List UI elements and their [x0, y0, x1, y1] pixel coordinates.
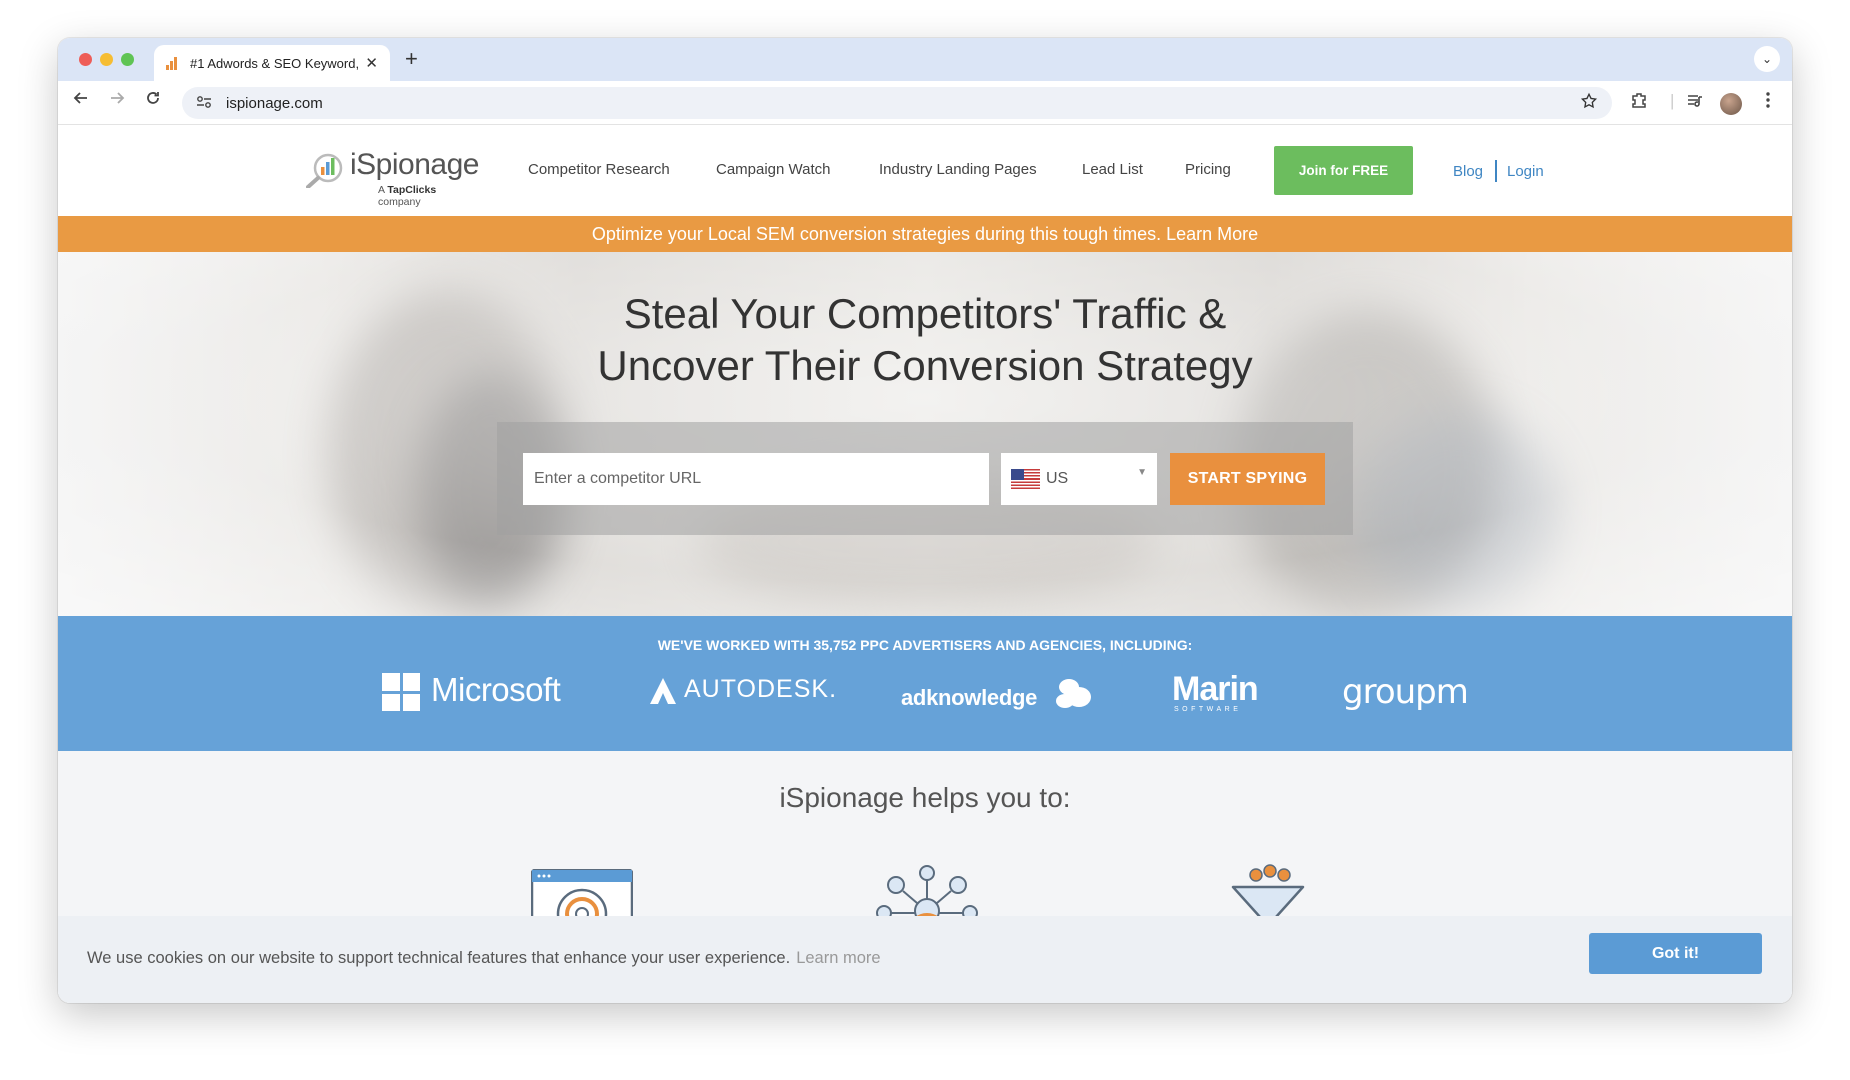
adknowledge-logo: adknowledge	[901, 675, 1091, 715]
us-flag-icon	[1011, 469, 1040, 489]
clients-section: WE'VE WORKED WITH 35,752 PPC ADVERTISERS…	[58, 616, 1792, 751]
tab-close-icon[interactable]: ✕	[365, 54, 378, 72]
adknowledge-cloud-icon	[1056, 679, 1091, 708]
clients-headline: WE'VE WORKED WITH 35,752 PPC ADVERTISERS…	[657, 637, 1193, 653]
new-tab-icon[interactable]: +	[405, 46, 418, 72]
menu-icon[interactable]	[1765, 91, 1771, 114]
maximize-window-button[interactable]	[121, 53, 134, 66]
magnifier-chart-icon	[306, 153, 343, 188]
nav-industry-landing-pages[interactable]: Industry Landing Pages	[879, 161, 1037, 178]
toolbar-divider: |	[1670, 91, 1675, 110]
microsoft-logo: Microsoft	[382, 671, 572, 715]
url-text: ispionage.com	[226, 94, 323, 112]
competitor-url-input[interactable]	[523, 453, 989, 505]
reload-icon[interactable]	[144, 89, 162, 112]
nav-campaign-watch[interactable]: Campaign Watch	[716, 161, 831, 178]
logo-text: iSpionage	[350, 148, 479, 181]
tab-search-icon[interactable]: ⌄	[1754, 46, 1780, 72]
bookmark-star-icon[interactable]	[1580, 92, 1598, 115]
autodesk-icon	[650, 678, 676, 704]
browser-toolbar: ispionage.com |	[58, 81, 1792, 125]
minimize-window-button[interactable]	[100, 53, 113, 66]
cookie-learn-more-link[interactable]: Learn more	[796, 949, 880, 967]
logo-subtitle: A TapClicks company	[378, 184, 437, 208]
browser-tab[interactable]: #1 Adwords & SEO Keyword, ✕	[154, 45, 390, 81]
windows-icon	[382, 673, 420, 711]
tab-strip: #1 Adwords & SEO Keyword, ✕ + ⌄	[58, 38, 1792, 81]
tab-title: #1 Adwords & SEO Keyword,	[190, 55, 360, 71]
ispionage-logo[interactable]: iSpionage A TapClicks company	[306, 148, 479, 208]
cookie-banner: We use cookies on our website to support…	[58, 916, 1792, 1003]
header-divider	[1495, 160, 1497, 182]
blog-link[interactable]: Blog	[1453, 163, 1483, 180]
site-header: iSpionage A TapClicks company Competitor…	[58, 126, 1792, 216]
nav-pricing[interactable]: Pricing	[1185, 161, 1231, 178]
web-page: iSpionage A TapClicks company Competitor…	[58, 126, 1792, 1003]
hero-title: Steal Your Competitors' Traffic & Uncove…	[597, 290, 1253, 389]
search-panel: US ▼ START SPYING	[497, 422, 1353, 535]
nav-competitor-research[interactable]: Competitor Research	[528, 161, 670, 178]
back-icon[interactable]	[72, 89, 90, 112]
promo-banner[interactable]: Optimize your Local SEM conversion strat…	[58, 216, 1792, 252]
start-spying-button[interactable]: START SPYING	[1170, 453, 1325, 505]
profile-avatar[interactable]	[1720, 93, 1742, 115]
country-select[interactable]: US ▼	[1001, 453, 1157, 505]
helps-title: iSpionage helps you to:	[779, 782, 1071, 813]
site-info-icon[interactable]	[196, 95, 212, 112]
country-label: US	[1046, 470, 1069, 487]
browser-window: #1 Adwords & SEO Keyword, ✕ + ⌄ ispionag…	[58, 38, 1792, 1003]
media-icon[interactable]	[1686, 91, 1704, 114]
got-it-button[interactable]: Got it!	[1589, 933, 1762, 974]
forward-icon[interactable]	[108, 89, 126, 112]
close-window-button[interactable]	[79, 53, 92, 66]
nav-lead-list[interactable]: Lead List	[1082, 161, 1143, 178]
favicon-icon	[166, 56, 180, 70]
address-bar[interactable]: ispionage.com	[182, 87, 1612, 119]
marin-software-logo: Marin SOFTWARE	[1172, 670, 1259, 713]
join-for-free-button[interactable]: Join for FREE	[1274, 146, 1413, 195]
cookie-text: We use cookies on our website to support…	[87, 949, 881, 967]
groupm-logo: groupm	[1342, 672, 1469, 712]
extensions-icon[interactable]	[1630, 91, 1648, 114]
hero-section: Steal Your Competitors' Traffic & Uncove…	[58, 252, 1792, 616]
dropdown-caret-icon: ▼	[1137, 466, 1147, 478]
login-link[interactable]: Login	[1507, 163, 1544, 180]
